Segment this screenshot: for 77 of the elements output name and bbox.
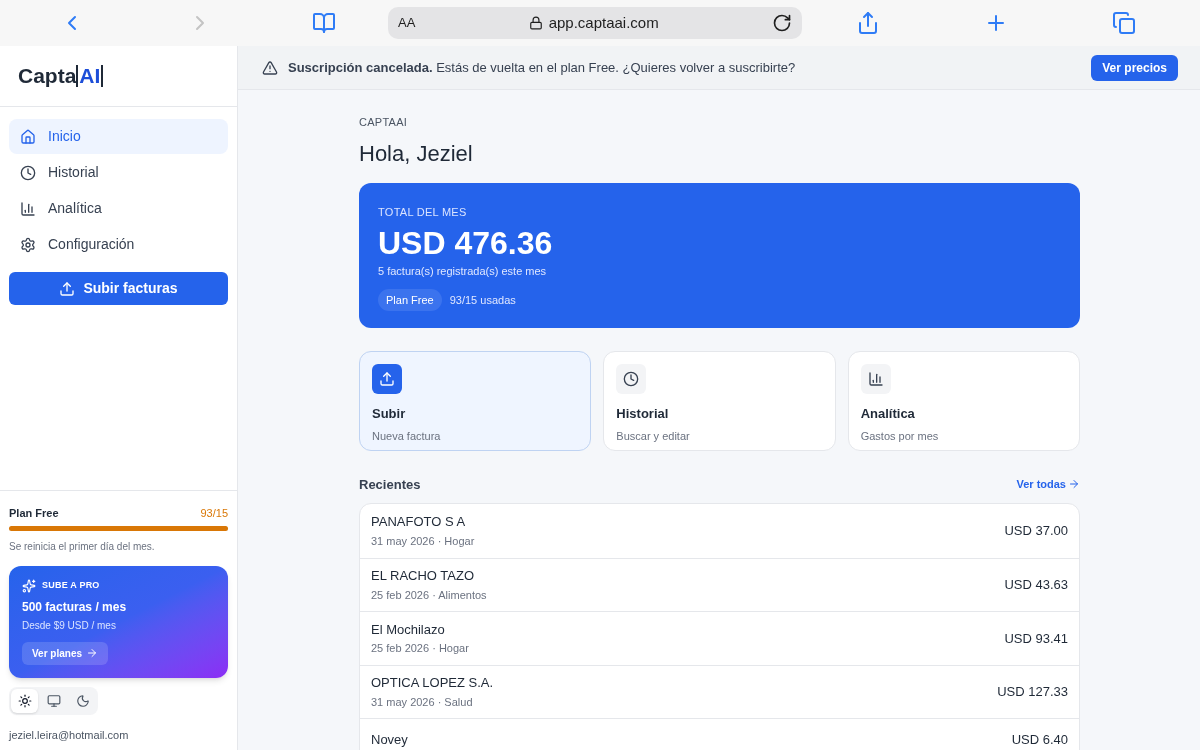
- invoice-amount: USD 6.40: [1011, 731, 1068, 749]
- invoice-row[interactable]: El Mochilazo 25 feb 2026 · Hogar USD 93.41: [360, 611, 1079, 665]
- upgrade-price: Desde $9 USD / mes: [22, 618, 117, 633]
- invoice-meta: 25 feb 2026 · Alimentos: [371, 587, 487, 603]
- action-title: Historial: [616, 404, 670, 423]
- nav-item[interactable]: Analítica: [9, 191, 228, 226]
- tabs-icon[interactable]: [1112, 11, 1136, 35]
- logo: CaptaAI: [18, 60, 104, 92]
- warning-icon: [262, 59, 278, 76]
- theme-option[interactable]: [11, 688, 38, 713]
- quick-action-card[interactable]: Analítica Gastos por mes: [847, 350, 1080, 451]
- invoice-amount: USD 43.63: [1004, 576, 1068, 594]
- usage-text: 93/15 usadas: [449, 292, 516, 308]
- app-eyebrow: CAPTAAI: [359, 115, 409, 130]
- invoice-meta: 25 feb 2026 · Hogar: [371, 641, 469, 657]
- reload-icon[interactable]: [772, 13, 792, 33]
- upload-icon: [59, 280, 76, 297]
- plan-usage: 93/15: [200, 506, 228, 521]
- bar-chart-icon: [867, 370, 884, 387]
- share-icon[interactable]: [856, 11, 880, 35]
- invoice-row[interactable]: OPTICA LOPEZ S.A. 31 may 2026 · Salud USD 127.33: [360, 664, 1079, 718]
- merchant-name: PANAFOTO S A: [371, 513, 467, 532]
- upgrade-eyebrow: SUBE A PRO: [42, 578, 100, 592]
- invoice-meta: 31 may 2026 · Salud: [371, 694, 474, 710]
- invoice-row[interactable]: PANAFOTO S A 31 may 2026 · Hogar USD 37.00: [360, 504, 1079, 558]
- quick-action-card[interactable]: Historial Buscar y editar: [603, 350, 836, 451]
- reset-note: Se reinicia el primer día del mes.: [9, 539, 156, 554]
- upload-icon: [379, 370, 395, 387]
- text-size-button[interactable]: AA: [398, 13, 416, 33]
- notice-text: Suscripción cancelada. Estás de vuelta en el plan Free. ¿Quieres volver a suscribirte?: [288, 58, 796, 77]
- nav-item[interactable]: Inicio: [9, 119, 228, 154]
- total-note: 5 factura(s) registrada(s) este mes: [378, 264, 548, 279]
- invoice-row[interactable]: EL RACHO TAZO 25 feb 2026 · Alimentos USD 43.63: [360, 557, 1079, 611]
- total-amount: USD 476.36: [378, 224, 554, 263]
- invoice-amount: USD 37.00: [1004, 522, 1068, 540]
- see-prices-button[interactable]: Ver precios: [1091, 54, 1178, 81]
- invoice-amount: USD 93.41: [1004, 629, 1068, 648]
- url-text: app.captaai.com: [548, 12, 659, 33]
- sparkles-icon: [22, 578, 36, 593]
- lock-icon: [528, 16, 543, 30]
- action-subtitle: Buscar y editar: [616, 429, 691, 444]
- clock-icon: [623, 370, 640, 387]
- merchant-name: Novey: [371, 731, 408, 749]
- action-title: Analítica: [860, 404, 916, 423]
- arrow-right-icon: [86, 647, 99, 659]
- total-label: TOTAL DEL MES: [378, 204, 468, 220]
- sun-icon: [17, 693, 32, 708]
- invoice-amount: USD 127.33: [997, 683, 1068, 701]
- book-icon[interactable]: [312, 11, 336, 35]
- nav-item[interactable]: Configuración: [9, 227, 228, 262]
- recent-heading: Recientes: [359, 475, 421, 494]
- merchant-name: OPTICA LOPEZ S.A.: [371, 674, 494, 693]
- nav-item[interactable]: Historial: [9, 155, 228, 190]
- action-subtitle: Gastos por mes: [860, 429, 940, 444]
- user-email: jeziel.leira@hotmail.com: [9, 727, 130, 743]
- clock-icon: [20, 164, 36, 181]
- merchant-name: El Mochilazo: [371, 620, 446, 639]
- see-plans-button[interactable]: Ver planes: [22, 641, 109, 665]
- merchant-name: EL RACHO TAZO: [371, 567, 476, 586]
- action-subtitle: Nueva factura: [372, 429, 442, 444]
- monitor-icon: [46, 693, 61, 708]
- moon-icon: [75, 693, 90, 708]
- upload-invoices-button[interactable]: Subir facturas: [9, 272, 228, 305]
- invoice-row[interactable]: Novey USD 6.40: [360, 718, 1079, 750]
- address-bar[interactable]: AA app.captaai.com: [388, 7, 802, 39]
- upgrade-title: 500 facturas / mes: [22, 598, 128, 616]
- greeting: Hola, Jeziel: [359, 139, 474, 168]
- home-icon: [20, 128, 36, 145]
- arrow-right-icon: [1068, 478, 1080, 491]
- invoice-meta: 31 may 2026 · Hogar: [371, 533, 475, 549]
- action-title: Subir: [372, 404, 407, 423]
- plan-badge: Plan Free: [378, 288, 442, 311]
- bar-chart-icon: [20, 200, 36, 217]
- settings-icon: [20, 236, 36, 253]
- plan-name: Plan Free: [9, 506, 59, 521]
- quick-action-card[interactable]: Subir Nueva factura: [359, 350, 592, 451]
- see-all-link[interactable]: Ver todas: [1016, 476, 1080, 493]
